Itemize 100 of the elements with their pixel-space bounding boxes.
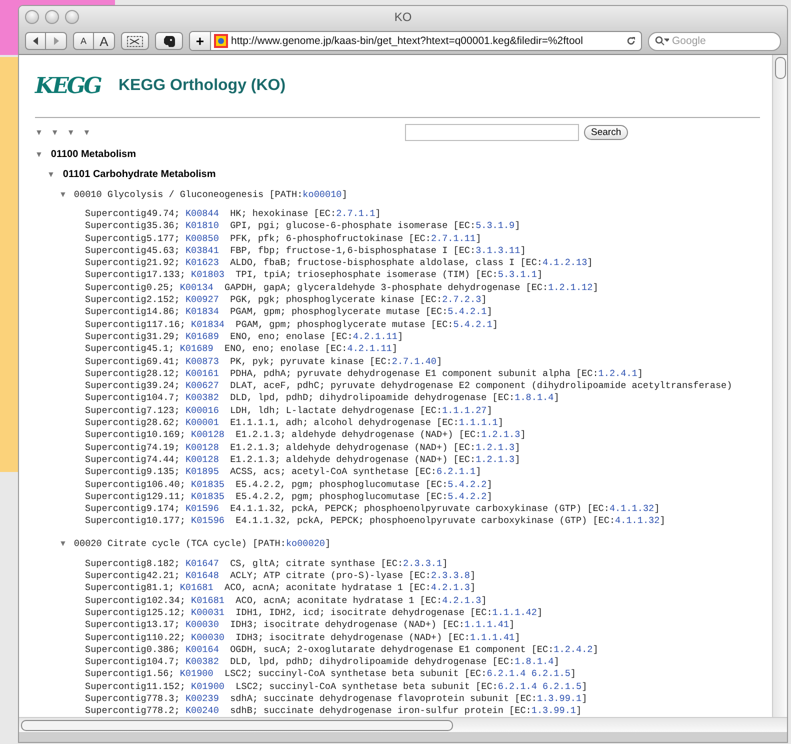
vertical-scrollbar[interactable] — [772, 55, 787, 717]
collapse-toggle[interactable]: ▼ — [47, 170, 55, 178]
expand-level-toggle[interactable]: ▼ — [35, 128, 43, 136]
ec-link[interactable]: 5.4.2.1 — [453, 318, 492, 330]
ec-link[interactable]: 1.3.99.1 — [531, 705, 576, 716]
ko-link[interactable]: K00161 — [185, 368, 219, 379]
clip-button[interactable] — [121, 32, 149, 50]
ko-link[interactable]: K00873 — [185, 356, 219, 367]
zoom-button[interactable] — [65, 10, 79, 24]
add-bookmark-button[interactable]: + — [190, 32, 211, 50]
ec-link[interactable]: 6.2.1.1 — [436, 466, 476, 478]
ko-link[interactable]: K00844 — [185, 208, 219, 219]
ko-link[interactable]: K01895 — [185, 466, 219, 478]
ec-link[interactable]: 6.2.1.4 — [486, 668, 526, 680]
pathway-link[interactable]: ko00020 — [286, 538, 325, 550]
ec-link[interactable]: 1.1.1.41 — [470, 632, 515, 642]
ec-link[interactable]: 4.2.1.11 — [347, 343, 392, 354]
ec-link[interactable]: 5.4.2.1 — [448, 306, 487, 318]
ko-link[interactable]: K00030 — [191, 632, 224, 642]
ko-link[interactable]: K01834 — [185, 306, 219, 318]
ec-link[interactable]: 1.3.99.1 — [536, 692, 582, 704]
ko-link[interactable]: K00128 — [185, 454, 219, 465]
ec-link[interactable]: 2.3.3.8 — [430, 570, 470, 582]
ko-link[interactable]: K00016 — [185, 404, 219, 416]
text-bigger-button[interactable]: A — [94, 32, 115, 50]
ko-link[interactable]: K01900 — [180, 668, 214, 680]
ec-link[interactable]: 2.7.1.40 — [392, 356, 437, 367]
ko-link[interactable]: K00850 — [185, 232, 219, 244]
ko-link[interactable]: K01681 — [191, 594, 224, 606]
ko-link[interactable]: K00164 — [185, 644, 219, 655]
pathway-link[interactable]: ko00010 — [302, 188, 342, 200]
ec-link[interactable]: 1.2.1.12 — [548, 282, 593, 293]
ec-link[interactable]: 5.3.1.9 — [476, 220, 515, 232]
ec-link[interactable]: 1.2.1.3 — [481, 429, 520, 440]
ko-link[interactable]: K00031 — [191, 606, 224, 618]
ko-link[interactable]: K01689 — [180, 343, 214, 354]
ec-link[interactable]: 4.2.1.3 — [442, 594, 482, 606]
ec-link[interactable]: 1.1.1.41 — [464, 619, 510, 630]
ko-link[interactable]: K00001 — [185, 417, 219, 428]
ko-link[interactable]: K00030 — [185, 619, 219, 630]
ko-link[interactable]: K00382 — [185, 656, 219, 668]
ko-link[interactable]: K01803 — [191, 269, 224, 280]
ec-link[interactable]: 1.2.4.1 — [598, 368, 638, 379]
scroll-thumb[interactable] — [775, 57, 786, 79]
ko-link[interactable]: K01834 — [191, 318, 224, 330]
back-button[interactable] — [25, 32, 46, 50]
ec-link[interactable]: 6.2.1.5 — [542, 680, 582, 692]
ec-link[interactable]: 6.2.1.5 — [531, 668, 570, 680]
ko-link[interactable]: K00927 — [185, 294, 219, 306]
horizontal-scrollbar[interactable] — [19, 717, 787, 732]
ko-link[interactable]: K01681 — [180, 582, 214, 594]
ec-link[interactable]: 4.2.1.11 — [352, 330, 398, 342]
scroll-thumb[interactable] — [21, 720, 453, 731]
expand-level-toggle[interactable]: ▼ — [82, 128, 91, 136]
ec-link[interactable]: 4.1.1.32 — [615, 515, 660, 526]
ko-link[interactable]: K01623 — [185, 257, 219, 268]
collapse-toggle[interactable]: ▼ — [35, 150, 43, 158]
ec-link[interactable]: 1.8.1.4 — [514, 392, 554, 404]
address-field[interactable]: + http://www.genome.jp/kaas-bin/get_htext?htext=q00001.keg&filedir=%2ftool — [189, 31, 642, 51]
ec-link[interactable]: 4.2.1.3 — [430, 582, 470, 594]
ko-link[interactable]: K01647 — [185, 558, 219, 569]
collapse-toggle[interactable]: ▼ — [59, 539, 67, 548]
ec-link[interactable]: 2.7.2.3 — [442, 294, 482, 306]
ko-link[interactable]: K03841 — [185, 244, 219, 256]
ko-link[interactable]: K00240 — [185, 705, 219, 716]
ec-link[interactable]: 1.1.1.42 — [492, 606, 537, 618]
ec-link[interactable]: 1.2.1.3 — [476, 454, 515, 465]
ec-link[interactable]: 5.4.2.2 — [448, 490, 487, 502]
minimize-button[interactable] — [45, 10, 59, 24]
ko-link[interactable]: K00627 — [185, 380, 219, 392]
ec-link[interactable]: 1.1.1.1 — [458, 417, 498, 428]
ko-link[interactable]: K00134 — [180, 282, 214, 293]
ec-link[interactable]: 1.8.1.4 — [514, 656, 554, 668]
ko-link[interactable]: K01689 — [185, 330, 219, 342]
ko-link[interactable]: K01810 — [185, 220, 219, 232]
ec-link[interactable]: 4.1.1.32 — [609, 503, 654, 514]
ec-link[interactable]: 6.2.1.4 — [498, 680, 537, 692]
ko-link[interactable]: K01900 — [191, 680, 224, 692]
ec-link[interactable]: 1.2.4.2 — [554, 644, 593, 655]
text-smaller-button[interactable]: A — [73, 32, 94, 50]
ko-link[interactable]: K00128 — [191, 429, 224, 440]
ec-link[interactable]: 2.3.3.1 — [403, 558, 442, 569]
search-button[interactable]: Search — [584, 124, 628, 140]
ec-link[interactable]: 3.1.3.11 — [476, 244, 520, 256]
ko-link[interactable]: K00382 — [185, 392, 219, 404]
ec-link[interactable]: 5.3.1.1 — [498, 269, 537, 280]
close-button[interactable] — [25, 10, 39, 24]
ko-link[interactable]: K01596 — [191, 515, 224, 526]
ec-link[interactable]: 4.1.2.13 — [542, 257, 588, 268]
ko-link[interactable]: K01835 — [191, 490, 224, 502]
search-input[interactable] — [405, 124, 579, 140]
ko-link[interactable]: K00239 — [185, 692, 219, 704]
ko-link[interactable]: K01835 — [191, 478, 224, 490]
elephant-button[interactable] — [155, 32, 183, 50]
ec-link[interactable]: 1.1.1.27 — [442, 404, 487, 416]
ko-link[interactable]: K01596 — [185, 503, 219, 514]
ec-link[interactable]: 5.4.2.2 — [448, 478, 487, 490]
collapse-toggle[interactable]: ▼ — [59, 190, 67, 198]
reload-icon[interactable] — [626, 36, 636, 46]
ko-link[interactable]: K01648 — [185, 570, 219, 582]
